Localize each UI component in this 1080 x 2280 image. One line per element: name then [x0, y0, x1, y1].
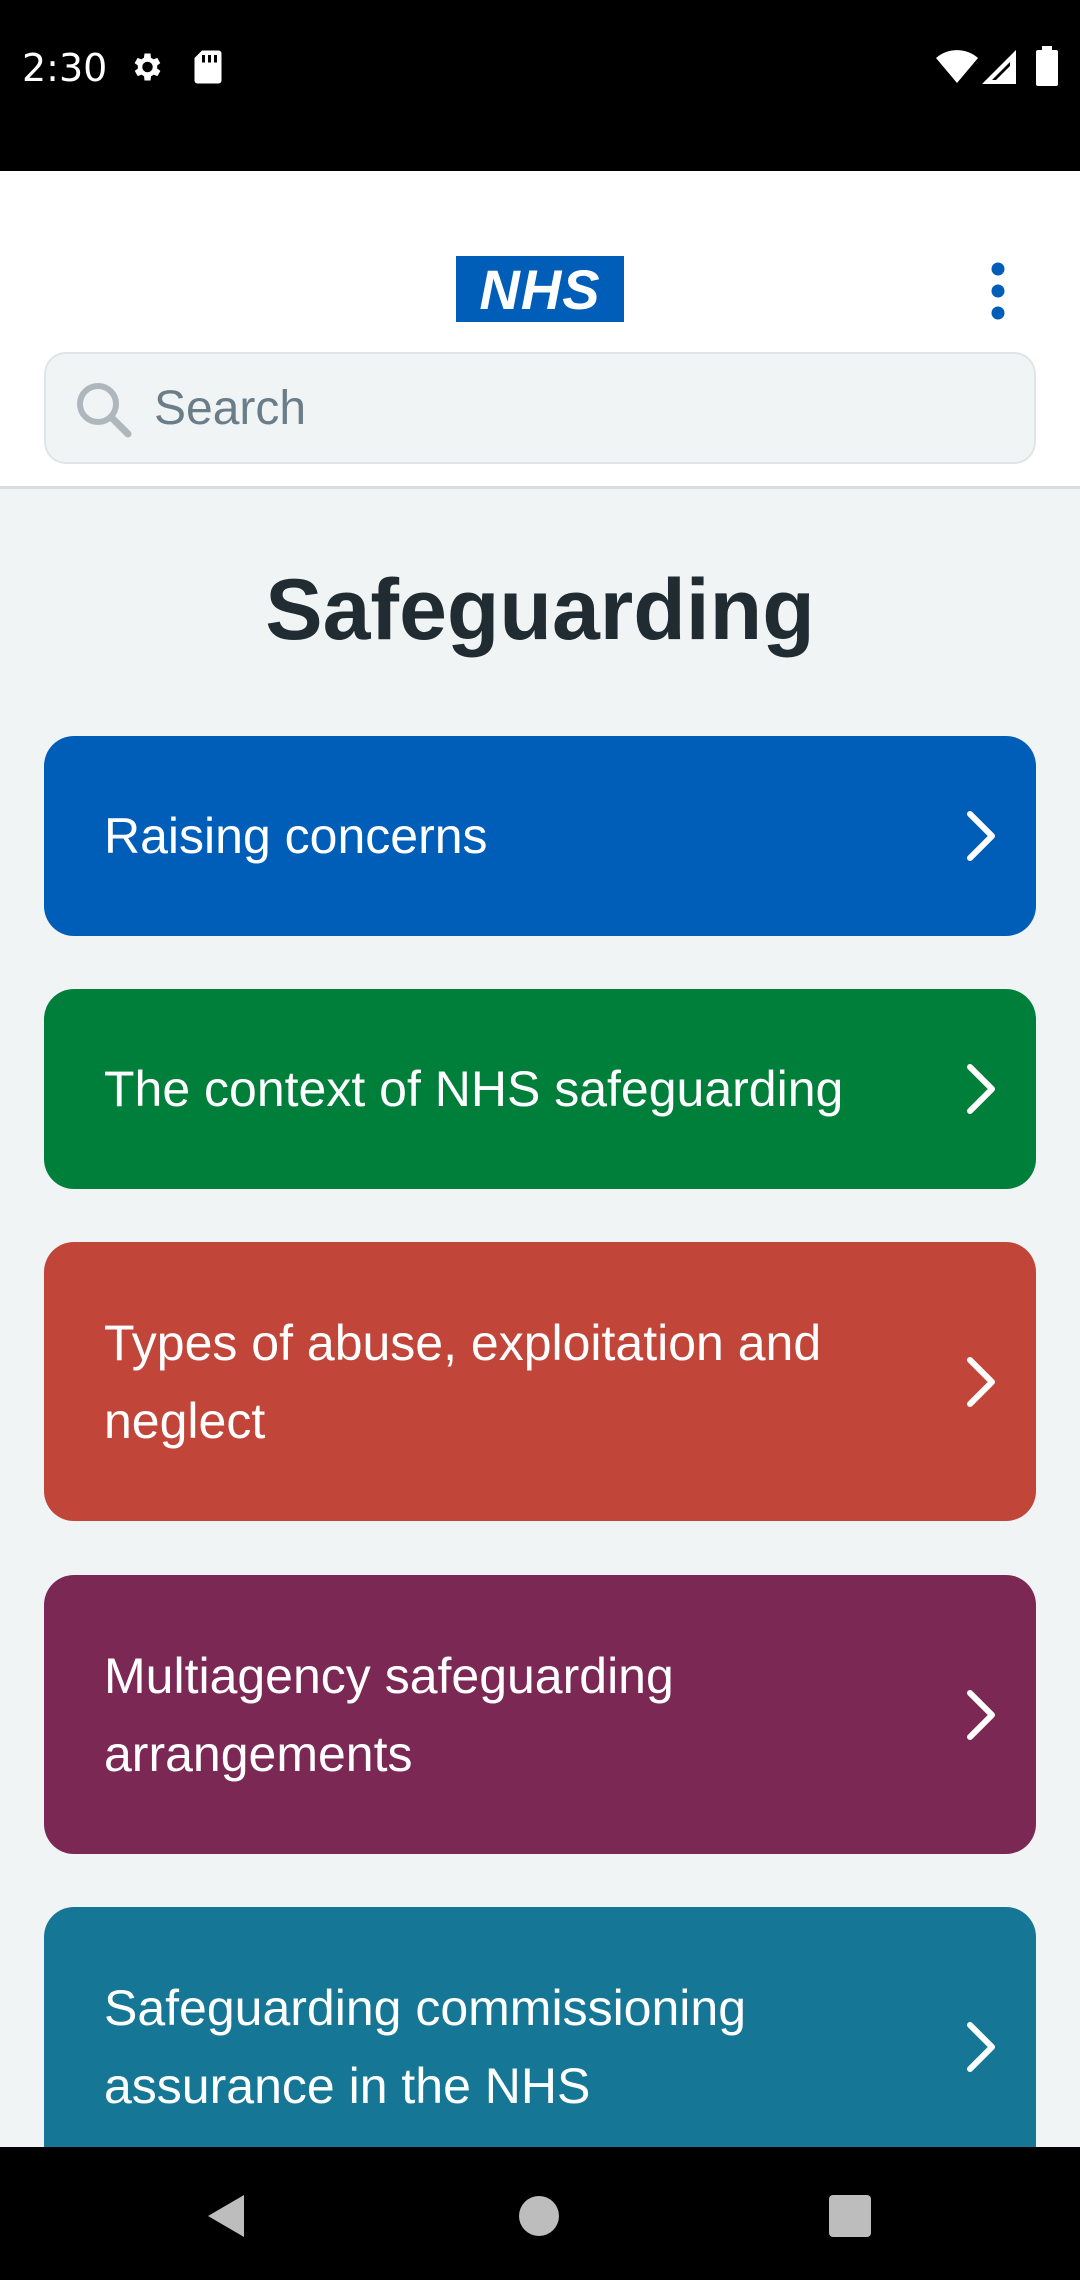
chevron-right-icon: [967, 2022, 995, 2072]
battery-icon: [1036, 46, 1058, 91]
more-vertical-icon: [991, 262, 1005, 320]
chevron-right-icon: [967, 811, 995, 861]
card-raising-concerns[interactable]: Raising concerns: [44, 736, 1036, 936]
nhs-logo: NHS: [456, 256, 624, 322]
more-options-button[interactable]: [968, 251, 1028, 331]
card-label: Safeguarding commissioning assurance in …: [104, 1980, 747, 2114]
card-label: Multiagency safeguarding arrangements: [104, 1648, 674, 1782]
search-icon: [74, 380, 134, 440]
wifi-icon: [936, 50, 978, 89]
recents-icon[interactable]: [829, 2195, 871, 2237]
back-icon[interactable]: [204, 2193, 246, 2239]
chevron-right-icon: [967, 1690, 995, 1740]
search-bar[interactable]: [44, 352, 1036, 464]
card-label: Types of abuse, exploitation and neglect: [104, 1315, 822, 1449]
home-icon[interactable]: [518, 2195, 560, 2237]
gear-icon: [128, 49, 164, 90]
system-nav-bar: [0, 2147, 1080, 2280]
card-context-nhs-safeguarding[interactable]: The context of NHS safeguarding: [44, 989, 1036, 1189]
card-label: The context of NHS safeguarding: [104, 1061, 844, 1117]
app-header: NHS: [0, 171, 1080, 489]
status-bar: 2:30: [0, 0, 1080, 171]
card-label: Raising concerns: [104, 808, 488, 864]
card-types-of-abuse[interactable]: Types of abuse, exploitation and neglect: [44, 1242, 1036, 1521]
chevron-right-icon: [967, 1357, 995, 1407]
chevron-right-icon: [967, 1064, 995, 1114]
page-title: Safeguarding: [265, 562, 815, 658]
search-input[interactable]: [154, 354, 1014, 462]
sd-card-icon: [193, 49, 223, 90]
card-multiagency-arrangements[interactable]: Multiagency safeguarding arrangements: [44, 1575, 1036, 1854]
signal-icon: [982, 50, 1016, 89]
card-commissioning-assurance[interactable]: Safeguarding commissioning assurance in …: [44, 1907, 1036, 2186]
status-time: 2:30: [22, 46, 108, 90]
